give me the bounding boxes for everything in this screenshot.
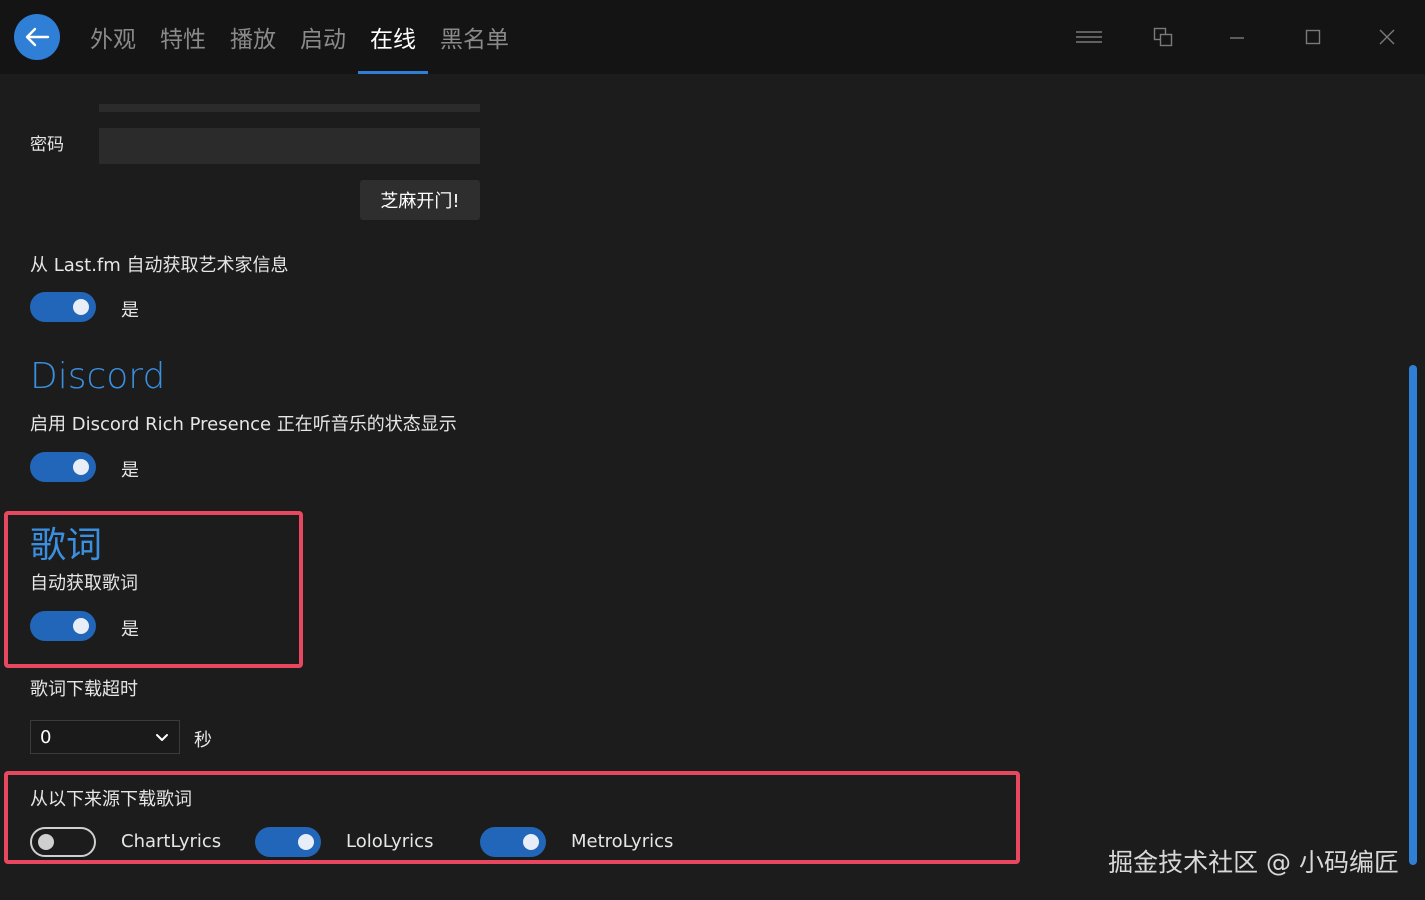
login-button[interactable]: 芝麻开门!	[360, 180, 480, 220]
close-icon	[1379, 29, 1395, 45]
tab-blacklist[interactable]: 黑名单	[428, 0, 521, 74]
tab-label: 播放	[230, 27, 276, 53]
discord-section-title: Discord	[30, 356, 166, 397]
title-bar: 外观 特性 播放 启动 在线 黑名单	[0, 0, 1425, 74]
password-label: 密码	[30, 135, 64, 155]
maximize-button[interactable]	[1298, 22, 1328, 52]
lyrics-sources-highlight-box	[4, 771, 1020, 864]
vertical-scrollbar[interactable]	[1409, 365, 1417, 865]
lyrics-timeout-label: 歌词下载超时	[30, 679, 138, 700]
tab-label: 启动	[300, 27, 346, 53]
lyrics-timeout-select[interactable]: 0	[30, 720, 180, 754]
artist-info-label: 从 Last.fm 自动获取艺术家信息	[30, 255, 289, 276]
close-button[interactable]	[1372, 22, 1402, 52]
tab-startup[interactable]: 启动	[288, 0, 358, 74]
toggle-knob	[73, 459, 89, 475]
password-field[interactable]	[99, 128, 480, 164]
menu-button[interactable]	[1074, 22, 1104, 52]
toggle-knob	[73, 299, 89, 315]
username-field[interactable]	[99, 104, 480, 112]
tab-strip: 外观 特性 播放 启动 在线 黑名单	[78, 0, 521, 74]
mini-player-button[interactable]	[1148, 22, 1178, 52]
artist-info-toggle-label: 是	[121, 300, 139, 321]
minimize-icon	[1230, 37, 1244, 39]
minimize-button[interactable]	[1222, 22, 1252, 52]
rich-presence-label: 启用 Discord Rich Presence 正在听音乐的状态显示	[30, 414, 457, 435]
rich-presence-toggle[interactable]	[30, 452, 96, 482]
tab-label: 特性	[160, 27, 206, 53]
mini-player-icon	[1153, 27, 1173, 47]
tab-label: 黑名单	[440, 27, 509, 53]
hamburger-icon	[1076, 31, 1102, 43]
maximize-icon	[1305, 29, 1321, 45]
lyrics-timeout-value: 0	[40, 726, 52, 748]
lyrics-timeout-unit: 秒	[194, 730, 212, 751]
chevron-down-icon	[156, 734, 168, 741]
tab-label: 在线	[370, 27, 416, 53]
tab-playback[interactable]: 播放	[218, 0, 288, 74]
rich-presence-toggle-label: 是	[121, 460, 139, 481]
settings-window: 外观 特性 播放 启动 在线 黑名单 密码 芝麻开门! 从 Last.fm 自动…	[0, 0, 1425, 900]
tab-label: 外观	[90, 27, 136, 53]
lyrics-highlight-box	[4, 511, 303, 668]
tab-features[interactable]: 特性	[148, 0, 218, 74]
back-button[interactable]	[14, 14, 60, 60]
watermark-text: 掘金技术社区 @ 小码编匠	[1108, 848, 1399, 877]
artist-info-toggle[interactable]	[30, 292, 96, 322]
arrow-left-icon	[25, 27, 50, 47]
tab-online[interactable]: 在线	[358, 0, 428, 74]
tab-appearance[interactable]: 外观	[78, 0, 148, 74]
